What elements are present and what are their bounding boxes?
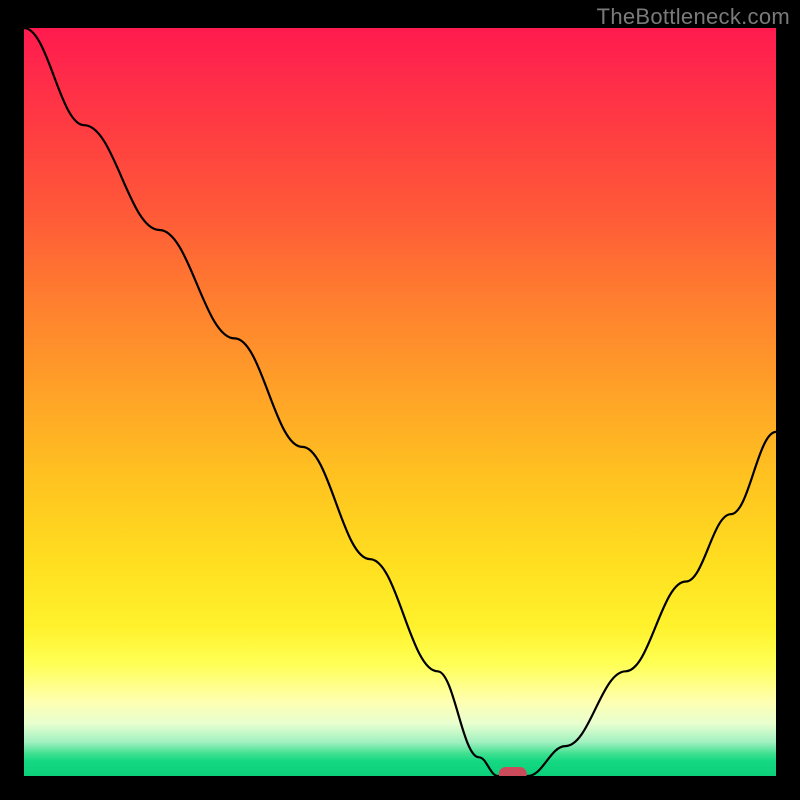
watermark-text: TheBottleneck.com	[597, 4, 790, 30]
bottleneck-curve-path	[24, 28, 776, 776]
plot-area	[24, 28, 776, 776]
chart-frame: TheBottleneck.com	[0, 0, 800, 800]
curve-layer	[24, 28, 776, 776]
optimum-marker	[499, 767, 527, 776]
